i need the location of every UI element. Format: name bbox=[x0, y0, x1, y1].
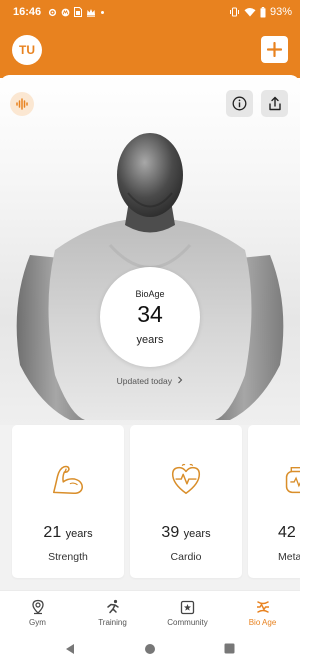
plus-icon bbox=[267, 42, 282, 57]
info-icon bbox=[232, 96, 247, 111]
app-header: TU bbox=[0, 24, 300, 78]
nav-label: Bio Age bbox=[248, 618, 277, 627]
metric-value: 42 bbox=[278, 524, 296, 542]
home-icon[interactable] bbox=[144, 643, 156, 655]
nav-label: Gym bbox=[29, 618, 46, 627]
back-icon[interactable] bbox=[64, 643, 76, 655]
chevron-right-icon bbox=[178, 376, 183, 384]
motorola-icon bbox=[61, 8, 70, 16]
system-navigation-bar bbox=[0, 634, 300, 667]
settings-icon bbox=[49, 8, 57, 16]
bioage-icon bbox=[256, 601, 269, 613]
metabolism-icon bbox=[285, 466, 300, 494]
bioage-label: BioAge bbox=[135, 289, 165, 299]
location-pin-icon bbox=[31, 599, 44, 615]
metric-card-metabolism[interactable]: 42 Meta bbox=[248, 425, 300, 578]
flexed-arm-icon bbox=[52, 465, 84, 495]
crown-icon bbox=[87, 8, 96, 17]
sim-icon bbox=[74, 7, 83, 17]
metric-card-strength[interactable]: 21 years Strength bbox=[12, 425, 124, 578]
metric-number: 42 bbox=[278, 524, 296, 541]
vibrate-icon bbox=[229, 7, 239, 17]
avatar-initials: TU bbox=[19, 43, 35, 57]
dot-icon bbox=[101, 10, 105, 14]
metric-unit: years bbox=[65, 528, 93, 540]
nav-item-training[interactable]: Training bbox=[75, 591, 150, 634]
nav-item-community[interactable]: Community bbox=[150, 591, 225, 634]
wifi-icon bbox=[244, 8, 256, 17]
status-bar: 16:46 93% bbox=[0, 0, 300, 24]
metric-value: 39 years bbox=[130, 524, 242, 542]
metric-label: Meta bbox=[278, 551, 300, 563]
metric-label: Strength bbox=[48, 551, 88, 563]
recents-icon[interactable] bbox=[224, 643, 235, 654]
community-icon bbox=[180, 600, 195, 614]
heart-pulse-icon bbox=[171, 463, 201, 495]
bioage-panel: BioAge 34 years Updated today 21 years S… bbox=[0, 75, 300, 590]
share-icon bbox=[268, 96, 281, 111]
metric-card-cardio[interactable]: 39 years Cardio bbox=[130, 425, 242, 578]
bioage-value: 34 bbox=[137, 301, 163, 327]
share-button[interactable] bbox=[261, 90, 288, 117]
metric-number: 39 bbox=[161, 524, 180, 541]
nav-item-gym[interactable]: Gym bbox=[0, 591, 75, 634]
bioage-score-circle[interactable]: BioAge 34 years bbox=[100, 267, 200, 367]
metric-label: Cardio bbox=[170, 551, 202, 563]
battery-icon bbox=[260, 6, 266, 17]
soundwave-button[interactable] bbox=[10, 92, 34, 116]
avatar[interactable]: TU bbox=[12, 35, 42, 65]
athlete-image bbox=[16, 133, 284, 420]
bioage-unit: years bbox=[136, 334, 164, 346]
info-button[interactable] bbox=[226, 90, 253, 117]
updated-text: Updated today bbox=[116, 376, 172, 386]
metric-value: 21 years bbox=[12, 524, 124, 542]
nav-label: Training bbox=[98, 618, 127, 627]
nav-item-bio-age[interactable]: Bio Age bbox=[225, 591, 300, 634]
updated-link[interactable]: Updated today bbox=[0, 376, 300, 386]
runner-icon bbox=[106, 599, 119, 614]
metric-number: 21 bbox=[43, 524, 62, 541]
nav-label: Community bbox=[167, 618, 208, 627]
add-button[interactable] bbox=[261, 36, 288, 63]
soundwave-icon bbox=[16, 98, 28, 110]
metric-unit: years bbox=[183, 528, 211, 540]
bottom-navigation: Gym Training Community Bio Age bbox=[0, 590, 300, 634]
status-time: 16:46 bbox=[13, 6, 42, 18]
battery-level: 93% bbox=[269, 6, 292, 18]
